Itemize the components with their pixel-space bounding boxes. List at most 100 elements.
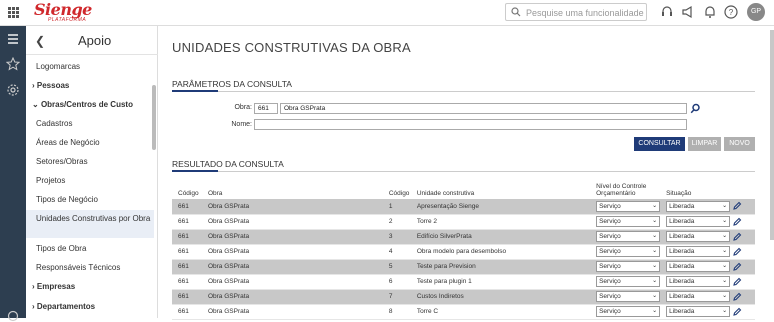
logo-subtitle: PLATAFORMA <box>48 17 87 23</box>
edit-icon[interactable] <box>732 217 742 227</box>
situacao-select[interactable]: Liberada ⌄ <box>666 231 731 242</box>
search-box[interactable] <box>505 3 647 21</box>
situacao-select[interactable]: Liberada ⌄ <box>666 276 731 287</box>
sidebar-item-pessoas[interactable]: › Pessoas <box>26 81 154 91</box>
sidebar-item-label: Pessoas <box>36 81 70 90</box>
table-row: 661 Obra GSPrata 5 Teste para Prevision Serv… <box>172 259 755 275</box>
table-row: 661 Obra GSPrata 2 Torre 2 Serviço ⌄ Liberada ⌄ <box>172 214 755 230</box>
obra-cell: Obra GSPrata <box>201 244 383 260</box>
edit-icon[interactable] <box>732 247 742 257</box>
nivel-select[interactable]: Serviço ⌄ <box>596 306 661 317</box>
obra-code-cell: 661 <box>172 304 202 320</box>
limpar-button[interactable]: LIMPAR <box>688 137 721 151</box>
situacao-select[interactable]: Liberada ⌄ <box>666 200 731 212</box>
obra-code-field[interactable]: 661 <box>254 103 278 114</box>
situacao-cell: Liberada ⌄ <box>660 274 755 290</box>
sidebar-item-label: Cadastros <box>36 119 73 128</box>
sidebar-item-empresas[interactable]: › Empresas <box>26 282 154 292</box>
result-section-title: RESULTADO DA CONSULTA <box>172 159 284 169</box>
sidebar-item-unidades-construtivas-por-obra[interactable]: Unidades Construtivas por Obra <box>26 210 154 238</box>
sidebar-item-cadastros[interactable]: Cadastros <box>26 119 154 129</box>
edit-icon[interactable] <box>732 292 742 302</box>
avatar[interactable]: GP <box>747 3 765 21</box>
sienge-logo[interactable]: Sienge PLATAFORMA <box>34 0 104 25</box>
chevron-down-icon: ⌄ <box>652 218 658 224</box>
nivel-select[interactable]: Serviço ⌄ <box>596 231 661 242</box>
sidebar-item-label: Logomarcas <box>36 62 81 71</box>
obra-name-field: Obra GSPrata <box>280 103 687 114</box>
sidebar-item-respons-veis-t-cnicos[interactable]: Responsáveis Técnicos <box>26 263 154 273</box>
situacao-select[interactable]: Liberada ⌄ <box>666 246 731 257</box>
menu-collapse-icon[interactable] <box>6 32 20 46</box>
section-accent <box>172 170 218 172</box>
situacao-cell: Liberada ⌄ <box>660 199 755 215</box>
nivel-select[interactable]: Serviço ⌄ <box>596 291 661 302</box>
chevron-down-icon: ⌄ <box>722 218 728 224</box>
nivel-value: Serviço <box>599 233 621 240</box>
unit-code-cell: 6 <box>382 274 411 290</box>
sidebar-item--reas-de-neg-cio[interactable]: Áreas de Negócio <box>26 138 154 148</box>
obra-code-cell: 661 <box>172 199 202 215</box>
situacao-value: Liberada <box>669 278 695 285</box>
gear-icon[interactable] <box>6 83 20 97</box>
consultar-button[interactable]: CONSULTAR <box>634 137 685 151</box>
nivel-select[interactable]: Serviço ⌄ <box>596 246 661 257</box>
sidebar-item-setores-obras[interactable]: Setores/Obras <box>26 157 154 167</box>
situacao-select[interactable]: Liberada ⌄ <box>666 291 731 302</box>
obra-label: Obra: <box>234 104 252 111</box>
apps-grid-icon[interactable] <box>8 7 19 18</box>
megaphone-icon[interactable] <box>681 5 695 19</box>
sidebar-item-tipos-de-obra[interactable]: Tipos de Obra <box>26 244 154 254</box>
sidebar-item-logomarcas[interactable]: Logomarcas <box>26 62 154 72</box>
situacao-value: Liberada <box>669 293 695 300</box>
unit-code-cell: 4 <box>382 244 411 260</box>
obra-cell: Obra GSPrata <box>201 304 383 320</box>
nivel-select[interactable]: Serviço ⌄ <box>596 276 661 287</box>
sidebar-item-projetos[interactable]: Projetos <box>26 176 154 186</box>
nivel-select[interactable]: Serviço ⌄ <box>596 261 661 272</box>
situacao-select[interactable]: Liberada ⌄ <box>666 216 731 227</box>
chevron-down-icon: ⌄ <box>652 233 658 239</box>
nivel-select[interactable]: Serviço ⌄ <box>596 216 661 227</box>
star-icon[interactable] <box>6 57 20 71</box>
situacao-select[interactable]: Liberada ⌄ <box>666 306 731 317</box>
search-input[interactable] <box>526 6 644 19</box>
search-icon[interactable] <box>690 103 701 114</box>
chevron-down-icon: ⌄ <box>722 248 728 254</box>
help-icon[interactable]: ? <box>724 5 738 19</box>
novo-button[interactable]: NOVO <box>724 137 755 151</box>
edit-icon[interactable] <box>732 277 742 287</box>
edit-icon[interactable] <box>732 307 742 317</box>
situacao-select[interactable]: Liberada ⌄ <box>666 261 731 272</box>
divider <box>172 91 755 92</box>
unit-code-cell: 3 <box>382 229 411 245</box>
nivel-select[interactable]: Serviço ⌄ <box>596 200 661 212</box>
edit-icon[interactable] <box>732 201 742 211</box>
sidebar-scrollbar[interactable] <box>152 85 156 150</box>
situacao-cell: Liberada ⌄ <box>660 214 755 230</box>
edit-icon[interactable] <box>732 262 742 272</box>
search-icon <box>511 7 521 17</box>
unit-name-cell: Teste para Prevision <box>410 259 591 275</box>
table-row: 661 Obra GSPrata 3 Edifício SilverPrata Serv… <box>172 229 755 245</box>
power-icon[interactable] <box>6 308 20 322</box>
params-section-title: PARÂMETROS DA CONSULTA <box>172 79 292 89</box>
page-scrollbar[interactable] <box>770 30 774 240</box>
sidebar-item-tipos-de-neg-cio[interactable]: Tipos de Negócio <box>26 195 154 205</box>
table-row: 661 Obra GSPrata 6 Teste para plugin 1 Servi… <box>172 274 755 290</box>
nivel-cell: Serviço ⌄ <box>590 229 661 245</box>
main-content: UNIDADES CONSTRUTIVAS DA OBRA PARÂMETROS… <box>158 26 774 320</box>
headset-icon[interactable] <box>660 5 674 19</box>
unit-code-cell: 8 <box>382 304 411 320</box>
sidebar-item-departamentos[interactable]: › Departamentos <box>26 302 154 312</box>
chevron-down-icon: ⌄ <box>652 202 658 209</box>
bell-icon[interactable] <box>703 5 717 19</box>
sidebar-item-obras-centros-de-custo[interactable]: ⌄ Obras/Centros de Custo <box>26 100 154 110</box>
obra-code-cell: 661 <box>172 274 202 290</box>
obra-code-cell: 661 <box>172 259 202 275</box>
sidebar-item-label: Setores/Obras <box>36 157 88 166</box>
chevron-left-icon[interactable]: ❮ <box>35 34 45 48</box>
nome-field[interactable] <box>254 119 687 130</box>
edit-icon[interactable] <box>732 232 742 242</box>
sidebar-item-label: Tipos de Negócio <box>36 195 98 204</box>
